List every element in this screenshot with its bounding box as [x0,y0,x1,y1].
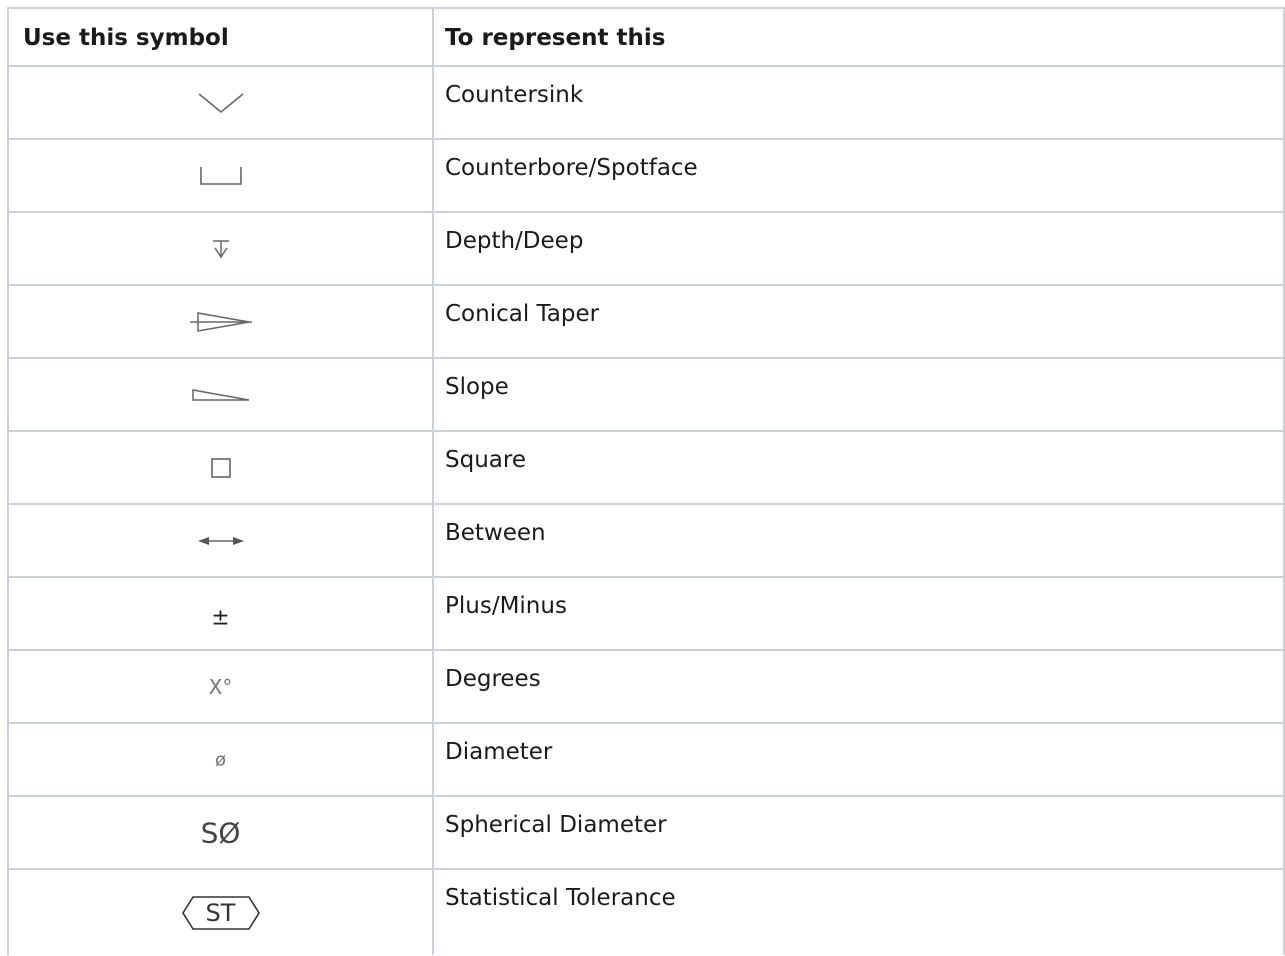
row-label: Depth/Deep [432,211,1285,286]
plus-minus-icon: ± [211,605,230,631]
table-row: Depth/Deep [7,211,1285,286]
row-label: Plus/Minus [432,576,1285,651]
row-label: Between [432,503,1285,578]
symbol-cell: ST [7,868,434,955]
counterbore-icon [199,166,242,185]
symbol-cell [7,284,434,359]
symbol-cell [7,65,434,140]
table-row: ø Diameter [7,722,1285,797]
table-row: Conical Taper [7,284,1285,359]
slope-icon [191,388,249,401]
symbol-cell: SØ [7,795,434,870]
table-row: Slope [7,357,1285,432]
table-header-row: Use this symbol To represent this [7,7,1285,67]
row-label: Square [432,430,1285,505]
diameter-icon: ø [214,749,227,770]
row-label: Spherical Diameter [432,795,1285,870]
row-label: Statistical Tolerance [432,868,1285,955]
table-row: Between [7,503,1285,578]
table-row: ± Plus/Minus [7,576,1285,651]
table-row: Counterbore/Spotface [7,138,1285,213]
header-symbol: Use this symbol [7,7,434,67]
symbol-cell: ± [7,576,434,651]
depth-icon [212,239,229,258]
symbol-cell [7,138,434,213]
table-row: SØ Spherical Diameter [7,795,1285,870]
row-label: Conical Taper [432,284,1285,359]
row-label: Counterbore/Spotface [432,138,1285,213]
header-meaning: To represent this [432,7,1285,67]
table-row: Countersink [7,65,1285,140]
conical-taper-icon [189,311,252,332]
symbol-cell [7,357,434,432]
statistical-tolerance-text: ST [205,898,236,927]
row-label: Degrees [432,649,1285,724]
spherical-diameter-icon: SØ [200,816,241,849]
symbol-cell [7,211,434,286]
table-row: ST Statistical Tolerance [7,868,1285,955]
square-icon [210,457,231,478]
row-label: Diameter [432,722,1285,797]
table-row: X° Degrees [7,649,1285,724]
row-label: Slope [432,357,1285,432]
row-label: Countersink [432,65,1285,140]
statistical-tolerance-icon: ST [181,895,261,931]
symbol-cell [7,503,434,578]
symbol-cell: ø [7,722,434,797]
symbol-table: Use this symbol To represent this Counte… [7,7,1285,955]
symbol-cell: X° [7,649,434,724]
symbol-cell [7,430,434,505]
between-icon [197,536,244,545]
table-row: Square [7,430,1285,505]
degrees-icon: X° [208,674,233,699]
countersink-icon [197,92,244,113]
